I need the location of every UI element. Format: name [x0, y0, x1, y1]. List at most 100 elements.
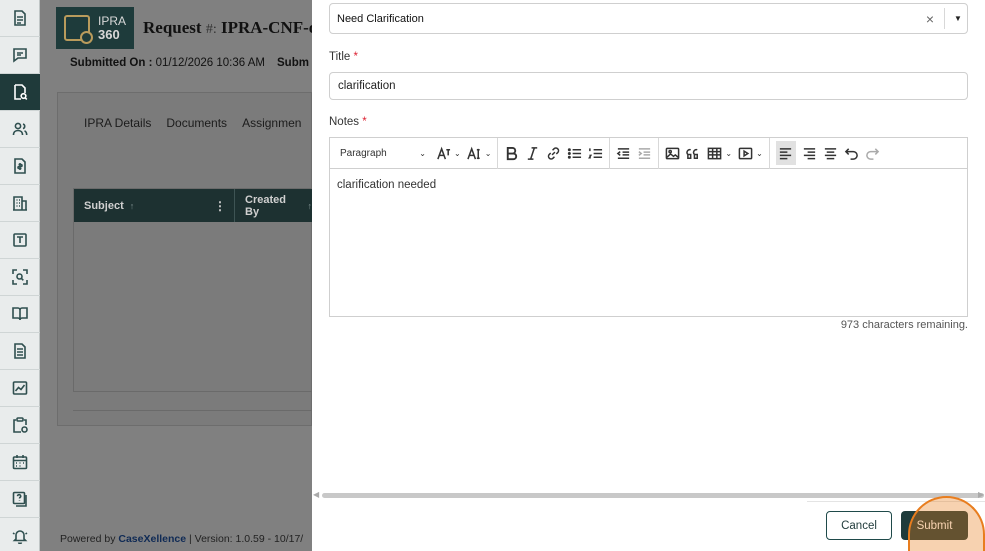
column-subject[interactable]: Subject ↑ ⋮ [74, 189, 235, 222]
sidebar-item-reports[interactable] [0, 333, 40, 370]
link-icon [548, 146, 560, 160]
sidebar-item-calendar[interactable] [0, 444, 40, 481]
bold-button[interactable] [504, 141, 519, 165]
clarification-drawer: Need Clarification × ▼ Title * clarifica… [312, 0, 985, 551]
chart-icon [12, 381, 28, 395]
submitted-by-label: Subm [277, 57, 309, 69]
column-subject-label: Subject [84, 199, 124, 212]
bulleted-list-button[interactable] [567, 141, 582, 165]
chevron-down-icon: ⌄ [419, 148, 426, 158]
submitted-value: 01/12/2026 10:36 AM [152, 57, 265, 69]
tab-documents[interactable]: Documents [166, 116, 227, 130]
font-size-dropdown[interactable]: ⌄ [466, 141, 492, 165]
insert-table-button[interactable]: ⌄ [707, 141, 732, 165]
horizontal-scrollbar[interactable] [322, 493, 984, 498]
submitted-label: Submitted On : [70, 57, 153, 69]
notes-editor-content[interactable]: clarification needed [330, 169, 967, 201]
media-icon [738, 147, 753, 159]
sidebar-item-invoices[interactable] [0, 148, 40, 185]
toolbar-separator [609, 137, 611, 169]
submit-button[interactable]: Submit [901, 511, 968, 540]
numbered-list-button[interactable] [588, 141, 603, 165]
chevron-down-icon: ⌄ [756, 148, 763, 158]
sidebar-item-templates[interactable] [0, 222, 40, 259]
title-input[interactable]: clarification [329, 72, 968, 100]
sidebar-item-scan[interactable] [0, 259, 40, 296]
insert-image-button[interactable] [665, 141, 680, 165]
sort-up-icon: ↑ [129, 200, 135, 211]
ipra-logo-icon [64, 15, 93, 44]
divider [73, 410, 313, 411]
font-family-dropdown[interactable]: ⌄ [436, 141, 461, 165]
sidebar-item-library[interactable] [0, 296, 40, 333]
footer-brand-link[interactable]: CaseXellence [118, 533, 186, 545]
tab-ipra-details[interactable]: IPRA Details [84, 116, 151, 130]
status-select[interactable]: Need Clarification × ▼ [329, 3, 968, 34]
indent-button[interactable] [637, 141, 652, 165]
brand-line2: 360 [98, 27, 120, 42]
sidebar-item-tasks[interactable] [0, 407, 40, 444]
status-select-value: Need Clarification [337, 12, 424, 25]
column-created-by[interactable]: Created By ↑ [235, 189, 312, 222]
help-icon [12, 491, 27, 507]
notes-editor: Paragraph ⌄ ⌄ ⌄ ⌄ ⌄ clarification needed [329, 137, 968, 317]
message-icon [13, 48, 27, 63]
scroll-left-icon[interactable]: ◀ [313, 490, 319, 499]
editor-toolbar: Paragraph ⌄ ⌄ ⌄ ⌄ ⌄ [330, 137, 967, 169]
align-center-button[interactable] [823, 141, 838, 165]
calendar-icon [12, 455, 28, 470]
chevron-down-icon[interactable]: ▼ [949, 14, 967, 23]
paragraph-format-label: Paragraph [340, 147, 387, 159]
align-left-button[interactable] [775, 141, 796, 165]
italic-button[interactable] [525, 141, 540, 165]
footer-version: | Version: 1.0.59 - 10/17/ [186, 533, 304, 545]
book-icon [12, 307, 28, 321]
footer-powered: Powered by [60, 533, 119, 545]
redo-icon [865, 147, 879, 160]
block-quote-button[interactable] [686, 141, 701, 165]
request-number: IPRA-CNF-oc [216, 18, 325, 37]
sidebar-item-users[interactable] [0, 111, 40, 148]
sidebar-item-notifications[interactable] [0, 518, 40, 551]
scroll-right-icon[interactable]: ▶ [978, 490, 984, 499]
align-center-icon [824, 147, 836, 159]
sidebar-item-analytics[interactable] [0, 370, 40, 407]
building-icon [13, 196, 27, 211]
redo-button[interactable] [865, 141, 880, 165]
sidebar-item-organizations[interactable] [0, 185, 40, 222]
required-mark: * [353, 51, 358, 63]
title-label-text: Title [329, 51, 351, 63]
outdent-button[interactable] [616, 141, 631, 165]
clear-icon[interactable]: × [920, 11, 940, 27]
align-right-button[interactable] [802, 141, 817, 165]
font-size-icon [466, 146, 480, 159]
request-detail-page: IPRA 360 Request #: IPRA-CNF-oc Submitte… [40, 0, 325, 551]
brand-line1: IPRA [98, 14, 127, 28]
table-icon [708, 147, 722, 159]
sidebar-item-requests[interactable] [0, 74, 40, 111]
align-left-icon [780, 147, 792, 159]
undo-button[interactable] [844, 141, 859, 165]
paragraph-format-dropdown[interactable]: Paragraph ⌄ [340, 141, 430, 165]
italic-icon [528, 146, 538, 160]
clipboard-icon [13, 417, 28, 433]
indent-icon [638, 147, 651, 159]
align-right-icon [803, 147, 815, 159]
detail-tabs: IPRA Details Documents Assignmen [84, 116, 316, 130]
sidebar-item-messages[interactable] [0, 37, 40, 74]
column-created-by-label: Created By [245, 193, 286, 218]
insert-media-button[interactable]: ⌄ [738, 141, 763, 165]
link-button[interactable] [546, 141, 561, 165]
column-menu-icon[interactable]: ⋮ [214, 199, 226, 213]
details-card: IPRA Details Documents Assignmen Subject… [57, 92, 313, 426]
tab-assignments[interactable]: Assignmen [242, 116, 301, 130]
sidebar-item-help[interactable] [0, 481, 40, 518]
cancel-button[interactable]: Cancel [826, 511, 892, 540]
sidebar-item-documents[interactable] [0, 0, 40, 37]
image-icon [666, 147, 680, 159]
toolbar-separator [658, 137, 660, 169]
footer-divider [807, 501, 985, 502]
page-footer: Powered by CaseXellence | Version: 1.0.5… [60, 533, 303, 545]
characters-remaining: 973 characters remaining. [840, 319, 968, 331]
chevron-down-icon: ⌄ [484, 148, 492, 158]
